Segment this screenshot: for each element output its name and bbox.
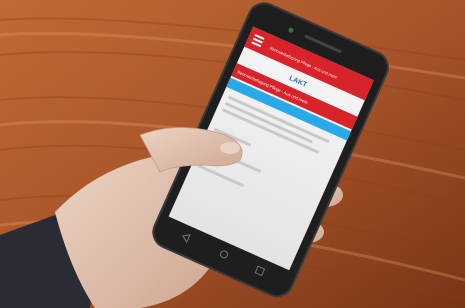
thumb-nail [220, 142, 240, 154]
photo-illustration: Renovierbefugung Pflege - Aus und mehr L… [0, 0, 465, 308]
photo-scene: Renovierbefugung Pflege - Aus und mehr L… [0, 0, 465, 308]
